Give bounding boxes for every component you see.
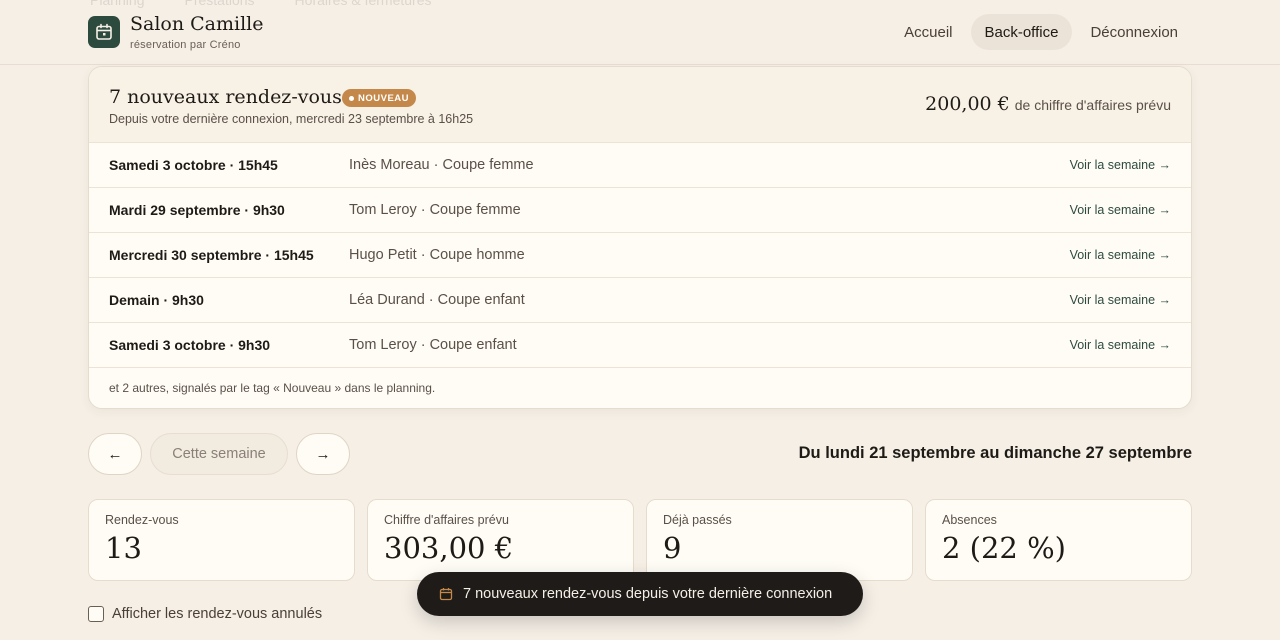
- calendar-icon: [439, 588, 453, 601]
- appointment-date: Demain · 9h30: [109, 292, 204, 308]
- appointment-date: Mardi 29 septembre · 9h30: [109, 202, 285, 218]
- top-header: Salon Camille réservation par Créno Accu…: [0, 0, 1280, 65]
- calendar-icon: [96, 23, 112, 40]
- nav-back-office[interactable]: Back-office: [970, 14, 1073, 50]
- show-cancelled-toggle[interactable]: Afficher les rendez-vous annulés: [88, 606, 322, 622]
- nav-accueil[interactable]: Accueil: [890, 14, 966, 50]
- this-week-button[interactable]: Cette semaine: [150, 433, 288, 475]
- week-range: Du lundi 21 septembre au dimanche 27 sep…: [798, 444, 1192, 462]
- badge-label: NOUVEAU: [358, 92, 410, 104]
- appointment-date: Mercredi 30 septembre · 15h45: [109, 247, 314, 263]
- show-cancelled-label: Afficher les rendez-vous annulés: [112, 606, 323, 622]
- view-week-link[interactable]: Voir la semaine →: [1070, 293, 1171, 307]
- logo[interactable]: [88, 16, 120, 48]
- next-week-button[interactable]: →: [296, 433, 350, 475]
- stat-card-appointments: Rendez-vous 13: [88, 499, 355, 581]
- stat-label: Rendez-vous: [105, 513, 179, 527]
- stat-value: 13: [105, 531, 142, 565]
- new-appointments-card: 7 nouveaux rendez-vous NOUVEAU Depuis vo…: [88, 66, 1192, 409]
- stat-value: 9: [663, 531, 682, 565]
- prev-week-button[interactable]: ←: [88, 433, 142, 475]
- appointment-row: Samedi 3 octobre · 9h30 Tom Leroy · Coup…: [89, 323, 1191, 368]
- new-badge: NOUVEAU: [342, 89, 417, 107]
- appointment-date: Samedi 3 octobre · 15h45: [109, 157, 278, 173]
- dot-icon: [349, 95, 354, 101]
- appointment-date: Samedi 3 octobre · 9h30: [109, 337, 271, 353]
- stat-label: Chiffre d'affaires prévu: [384, 513, 509, 527]
- stat-card-past: Déjà passés 9: [646, 499, 913, 581]
- appointment-client: Léa Durand · Coupe enfant: [349, 292, 525, 308]
- stat-label: Absences: [942, 513, 997, 527]
- nav-deconnexion[interactable]: Déconnexion: [1076, 14, 1192, 50]
- appointment-row: Mardi 29 septembre · 9h30 Tom Leroy · Co…: [89, 188, 1191, 233]
- more-appointments-note: et 2 autres, signalés par le tag « Nouve…: [109, 381, 436, 395]
- brand-subtitle: réservation par Créno: [130, 39, 241, 51]
- stat-card-revenue: Chiffre d'affaires prévu 303,00 €: [367, 499, 634, 581]
- appointment-row: Demain · 9h30 Léa Durand · Coupe enfant …: [89, 278, 1191, 323]
- show-cancelled-checkbox[interactable]: [88, 606, 104, 622]
- view-week-link[interactable]: Voir la semaine →: [1070, 248, 1171, 262]
- notification-toast[interactable]: 7 nouveaux rendez-vous depuis votre dern…: [417, 572, 863, 616]
- stat-value: 303,00 €: [384, 531, 514, 565]
- main-nav: Accueil Back-office Déconnexion: [890, 14, 1192, 50]
- revenue-summary: 200,00 € de chiffre d'affaires prévu: [925, 93, 1171, 115]
- appointment-client: Inès Moreau · Coupe femme: [349, 157, 534, 173]
- card-title: 7 nouveaux rendez-vous: [109, 86, 342, 108]
- view-week-link[interactable]: Voir la semaine →: [1070, 338, 1171, 352]
- card-header: 7 nouveaux rendez-vous NOUVEAU Depuis vo…: [89, 67, 1191, 143]
- card-subtitle: Depuis votre dernière connexion, mercred…: [109, 112, 474, 126]
- appointment-client: Tom Leroy · Coupe enfant: [349, 337, 517, 353]
- appointment-client: Tom Leroy · Coupe femme: [349, 202, 521, 218]
- brand-name: Salon Camille: [130, 13, 264, 35]
- stat-value: 2 (22 %): [942, 531, 1066, 565]
- appointment-row: Mercredi 30 septembre · 15h45 Hugo Petit…: [89, 233, 1191, 278]
- stat-card-absences: Absences 2 (22 %): [925, 499, 1192, 581]
- appointment-client: Hugo Petit · Coupe homme: [349, 247, 525, 263]
- appointment-row: Samedi 3 octobre · 15h45 Inès Moreau · C…: [89, 143, 1191, 188]
- toast-message: 7 nouveaux rendez-vous depuis votre dern…: [463, 586, 833, 602]
- revenue-label: de chiffre d'affaires prévu: [1014, 97, 1171, 113]
- view-week-link[interactable]: Voir la semaine →: [1070, 203, 1171, 217]
- revenue-amount: 200,00 €: [925, 93, 1010, 115]
- view-week-link[interactable]: Voir la semaine →: [1070, 158, 1171, 172]
- stat-label: Déjà passés: [663, 513, 732, 527]
